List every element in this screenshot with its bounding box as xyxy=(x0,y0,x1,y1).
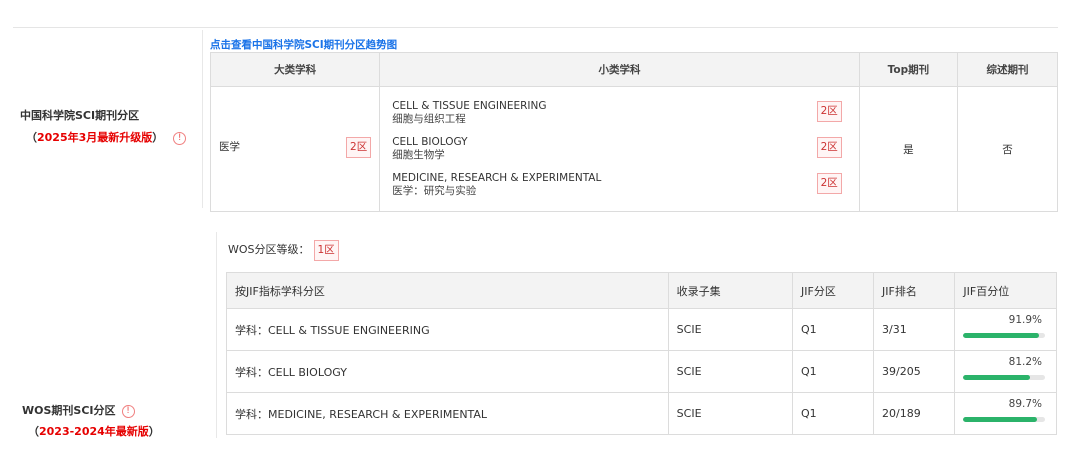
info-circle-icon[interactable]: ! xyxy=(121,404,135,418)
header-jif-percentile: JIF百分位 xyxy=(954,272,1057,309)
collection: SCIE xyxy=(667,392,794,435)
jif-rank: 3/31 xyxy=(872,308,956,351)
subcategory-en: MEDICINE, RESEARCH & EXPERIMENTAL xyxy=(392,172,602,184)
table-row: 学科：CELL BIOLOGY SCIE Q1 39/205 81.2% xyxy=(226,350,1057,393)
cas-title: 中国科学院SCI期刊分区 xyxy=(20,109,140,122)
list-item: CELL & TISSUE ENGINEERING 细胞与组织工程 2区 xyxy=(381,95,858,131)
wos-jif-table: 按JIF指标学科分区 收录子集 JIF分区 JIF排名 JIF百分位 学科：CE… xyxy=(226,272,1057,435)
wos-grade: WOS分区等级： 1区 xyxy=(228,240,339,261)
list-item: CELL BIOLOGY 细胞生物学 2区 xyxy=(381,131,858,167)
cas-partition-table: 大类学科 小类学科 Top期刊 综述期刊 医学 2区 CELL & TISSUE… xyxy=(209,52,1059,212)
top-divider xyxy=(13,27,1058,28)
header-jif-category: 按JIF指标学科分区 xyxy=(226,272,669,309)
cas-section-label: 中国科学院SCI期刊分区 （2025年3月最新升级版） ! xyxy=(20,107,195,145)
zone-badge: 2区 xyxy=(346,137,372,158)
jif-rank: 39/205 xyxy=(872,350,956,393)
info-circle-icon[interactable]: ! xyxy=(173,131,187,145)
table-row: 学科：MEDICINE, RESEARCH & EXPERIMENTAL SCI… xyxy=(226,392,1057,435)
jif-percentile: 81.2% xyxy=(1008,356,1042,368)
collection: SCIE xyxy=(667,308,794,351)
percentile-bar-fill xyxy=(963,333,1039,338)
jif-rank: 20/189 xyxy=(872,392,956,435)
jif-percentile: 89.7% xyxy=(1008,398,1042,410)
wos-grade-label: WOS分区等级： xyxy=(228,243,310,256)
jif-percentile-cell: 91.9% xyxy=(954,308,1057,351)
percentile-bar xyxy=(963,333,1046,338)
wos-subtitle: （2023-2024年最新版） xyxy=(28,425,160,438)
subcategory-cell: CELL & TISSUE ENGINEERING 细胞与组织工程 2区 CEL… xyxy=(379,86,860,212)
jif-percentile-cell: 89.7% xyxy=(954,392,1057,435)
jif-quartile: Q1 xyxy=(792,392,874,435)
percentile-bar-fill xyxy=(963,375,1030,380)
jif-category: 学科：MEDICINE, RESEARCH & EXPERIMENTAL xyxy=(226,392,669,435)
zone-badge: 1区 xyxy=(313,240,339,261)
subcategory-en: CELL BIOLOGY xyxy=(392,136,468,148)
cas-section-divider xyxy=(202,30,203,208)
header-major-category: 大类学科 xyxy=(209,52,381,87)
journal-partition-page: 中国科学院SCI期刊分区 （2025年3月最新升级版） ! 点击查看中国科学院S… xyxy=(0,0,1080,455)
header-jif-rank: JIF排名 xyxy=(872,272,956,309)
jif-quartile: Q1 xyxy=(792,350,874,393)
percentile-bar xyxy=(963,417,1046,422)
subcategory-en: CELL & TISSUE ENGINEERING xyxy=(392,100,547,112)
header-review-journal: 综述期刊 xyxy=(956,52,1059,87)
zone-badge: 2区 xyxy=(816,137,842,158)
wos-title: WOS期刊SCI分区 xyxy=(22,404,116,417)
jif-percentile: 91.9% xyxy=(1008,314,1042,326)
top-journal-value: 是 xyxy=(858,86,958,212)
header-top-journal: Top期刊 xyxy=(858,52,958,87)
table-row: 医学 2区 CELL & TISSUE ENGINEERING 细胞与组织工程 … xyxy=(209,86,1059,212)
cas-trend-link[interactable]: 点击查看中国科学院SCI期刊分区趋势图 xyxy=(210,37,397,52)
collection: SCIE xyxy=(667,350,794,393)
percentile-bar-fill xyxy=(963,417,1037,422)
percentile-bar xyxy=(963,375,1046,380)
header-collection: 收录子集 xyxy=(667,272,794,309)
zone-badge: 2区 xyxy=(816,173,842,194)
wos-section-label: WOS期刊SCI分区! （2023-2024年最新版） xyxy=(22,402,197,439)
subcategory-cn: 细胞与组织工程 xyxy=(392,113,466,125)
subcategory-cn: 细胞生物学 xyxy=(392,149,445,161)
subcategory-cn: 医学：研究与实验 xyxy=(392,185,477,197)
wos-section-divider xyxy=(216,232,217,438)
zone-badge: 2区 xyxy=(816,101,842,122)
jif-category: 学科：CELL & TISSUE ENGINEERING xyxy=(226,308,669,351)
cas-subtitle: （2025年3月最新升级版） ! xyxy=(26,129,195,145)
header-subcategory: 小类学科 xyxy=(379,52,860,87)
jif-percentile-cell: 81.2% xyxy=(954,350,1057,393)
major-category-name: 医学 xyxy=(219,141,240,153)
jif-quartile: Q1 xyxy=(792,308,874,351)
list-item: MEDICINE, RESEARCH & EXPERIMENTAL 医学：研究与… xyxy=(381,167,858,203)
header-jif-quartile: JIF分区 xyxy=(792,272,874,309)
jif-category: 学科：CELL BIOLOGY xyxy=(226,350,669,393)
review-journal-value: 否 xyxy=(956,86,1059,212)
major-category-cell: 医学 2区 xyxy=(209,86,381,212)
table-row: 学科：CELL & TISSUE ENGINEERING SCIE Q1 3/3… xyxy=(226,308,1057,351)
